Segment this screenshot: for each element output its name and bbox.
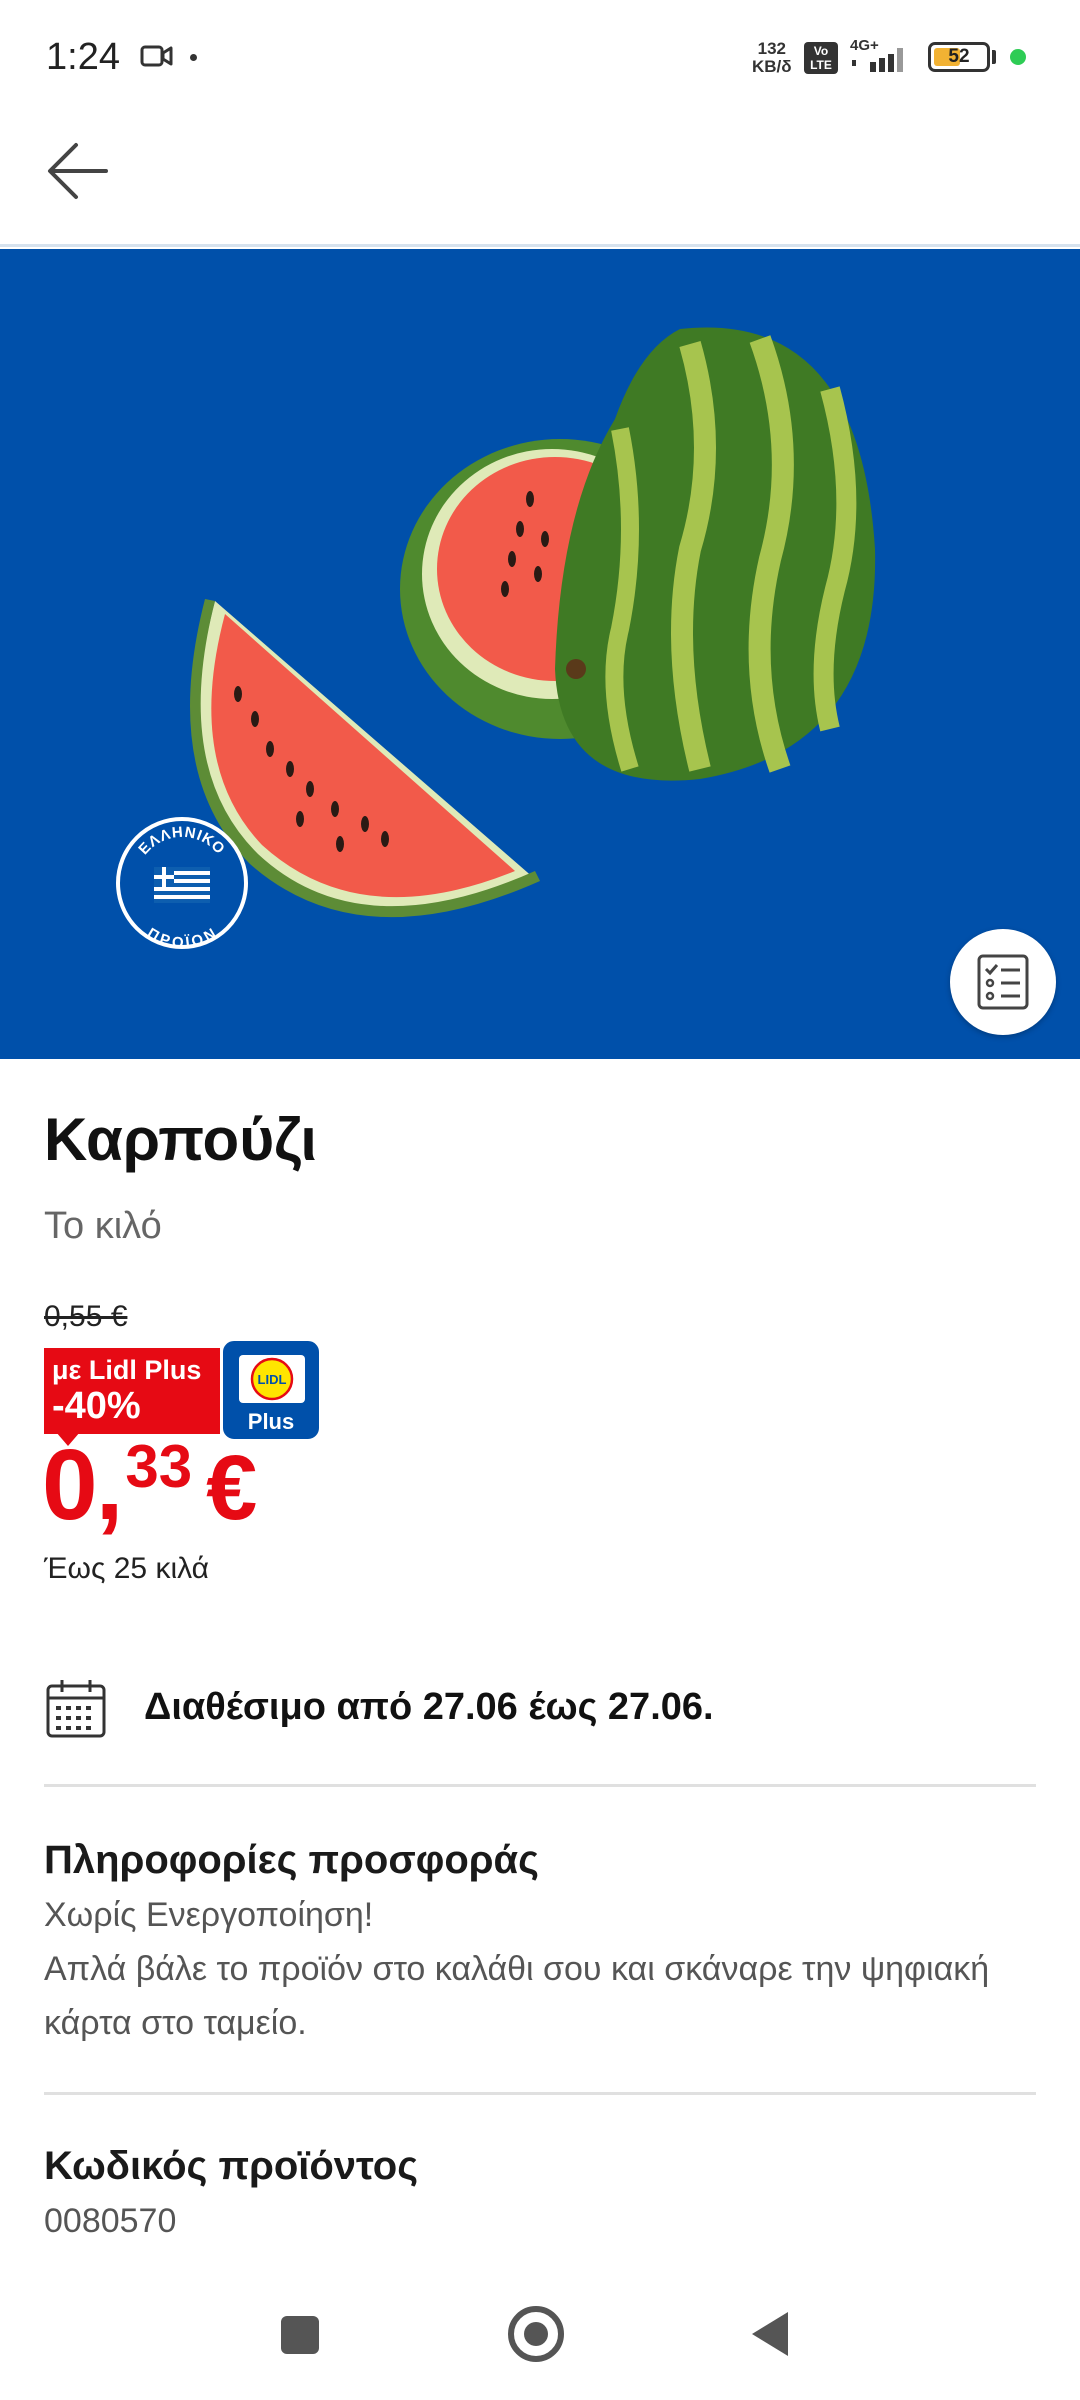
availability-text: Διαθέσιμο από 27.06 έως 27.06. xyxy=(144,1686,714,1728)
network-speed: 132 KB/δ xyxy=(752,40,792,76)
divider xyxy=(44,1784,1036,1787)
battery-level: 52 xyxy=(948,46,970,67)
status-time: 1:24 xyxy=(46,36,120,78)
divider xyxy=(44,2092,1036,2095)
network-speed-unit: KB/δ xyxy=(752,57,792,76)
greek-product-badge: ΕΛΛΗΝΙΚΟ ΠΡΟΪΟΝ xyxy=(116,817,248,951)
offer-info-body: Χωρίς Ενεργοποίηση! Απλά βάλε το προϊόν … xyxy=(44,1888,1034,2050)
purchase-limit: Έως 25 κιλά xyxy=(44,1552,209,1585)
price-currency: € xyxy=(206,1437,258,1539)
privacy-indicator-dot xyxy=(1010,49,1026,65)
product-title: Καρπούζι xyxy=(44,1106,317,1173)
network-speed-value: 132 xyxy=(757,39,786,58)
watermelon-whole xyxy=(400,327,876,781)
offer-info-line1: Χωρίς Ενεργοποίηση! xyxy=(44,1896,374,1934)
greek-flag-icon xyxy=(154,867,210,903)
offer-info-title: Πληροφορίες προσφοράς xyxy=(44,1838,539,1882)
lidl-logo-icon: LIDL xyxy=(239,1355,305,1403)
offer-info-line2: Απλά βάλε το προϊόν στο καλάθι σου και σ… xyxy=(44,1950,990,2042)
lidl-plus-promo: με Lidl Plus -40% LIDL Plus xyxy=(44,1338,322,1446)
status-bar: 1:24 132 KB/δ Vo LTE 4G+ 52 xyxy=(0,0,1080,115)
promo-discount-label: με Lidl Plus -40% xyxy=(44,1348,220,1434)
volte-icon: Vo LTE xyxy=(804,42,838,74)
price-decimal: 33 xyxy=(125,1433,193,1500)
product-image: ΕΛΛΗΝΙΚΟ ΠΡΟΪΟΝ xyxy=(0,249,1080,1059)
add-to-shopping-list-button[interactable] xyxy=(950,929,1056,1035)
old-price: 0,55 € xyxy=(44,1300,128,1333)
lidl-plus-logo: LIDL Plus xyxy=(220,1338,322,1442)
product-code-value: 0080570 xyxy=(44,2202,177,2240)
home-button[interactable] xyxy=(508,2306,564,2362)
promo-line1: με Lidl Plus xyxy=(52,1355,202,1385)
product-unit: Το κιλό xyxy=(44,1205,162,1247)
shopping-list-icon xyxy=(977,954,1029,1010)
back-button[interactable] xyxy=(40,133,116,209)
calendar-icon xyxy=(46,1680,106,1738)
system-back-button[interactable] xyxy=(752,2312,788,2356)
promo-discount: -40% xyxy=(52,1385,141,1427)
app-bar xyxy=(0,115,1080,247)
availability-row: Διαθέσιμο από 27.06 έως 27.06. xyxy=(44,1670,1036,1750)
current-price: 0,33 € xyxy=(42,1428,257,1543)
notification-dot xyxy=(190,54,197,61)
battery-nub xyxy=(992,50,996,64)
product-code-title: Κωδικός προϊόντος xyxy=(44,2144,419,2188)
network-type: 4G+ xyxy=(850,37,879,54)
video-camera-icon xyxy=(140,45,173,67)
recents-button[interactable] xyxy=(281,2316,319,2354)
system-nav-bar xyxy=(0,2282,1080,2400)
lidl-logo-text: LIDL xyxy=(258,1372,287,1387)
battery-icon: 52 xyxy=(928,42,990,72)
arrow-left-icon xyxy=(48,143,108,199)
price-integer: 0, xyxy=(42,1429,123,1541)
signal-icon: 4G+ xyxy=(850,37,903,72)
